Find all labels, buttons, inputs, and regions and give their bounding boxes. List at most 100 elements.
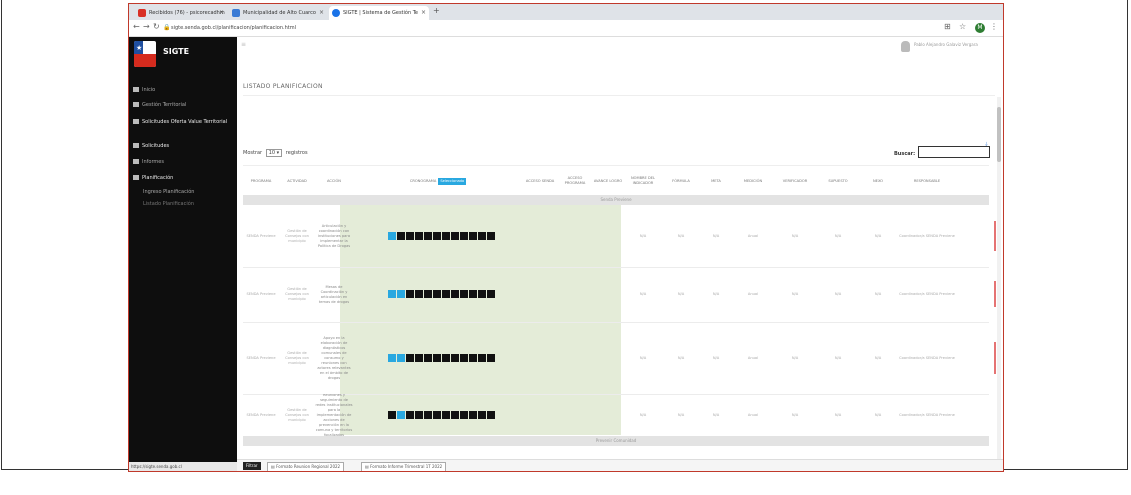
month-toggle[interactable] (415, 290, 423, 298)
month-toggle[interactable] (388, 290, 396, 298)
month-toggle[interactable] (487, 290, 495, 298)
table-row[interactable]: SENDA Previene Gestión de Consejos con m… (243, 267, 996, 323)
sidebar-subitem-listado[interactable]: Listado Planificación (143, 201, 194, 207)
month-toggle[interactable] (451, 290, 459, 298)
month-toggle[interactable] (424, 411, 432, 419)
table-row[interactable]: SENDA Previene Gestión de Consejos con m… (243, 394, 989, 437)
sidebar-item-solicitudes[interactable]: Solicitudes (133, 143, 169, 149)
month-toggle[interactable] (424, 290, 432, 298)
close-icon[interactable]: × (319, 6, 324, 20)
month-toggle[interactable] (451, 411, 459, 419)
search-input[interactable] (918, 146, 990, 158)
month-toggle[interactable] (469, 354, 477, 362)
page-length-select[interactable]: 10 ▾ (265, 149, 283, 157)
month-toggle[interactable] (442, 354, 450, 362)
download-chip[interactable]: ▤ Formato Informe Trimestral 1T 2022 (361, 462, 447, 471)
column-header[interactable]: SUPUESTO (817, 166, 859, 196)
month-toggle[interactable] (460, 354, 468, 362)
month-toggle[interactable] (406, 232, 414, 240)
user-name[interactable]: Pablo Alejandro Galaviz Vergara (914, 42, 978, 47)
table-row[interactable]: SENDA Previene Gestión de Consejos con m… (243, 322, 996, 395)
browser-tab-active[interactable]: SIGTE | Sistema de Gestión Te × (329, 6, 429, 20)
month-toggle[interactable] (469, 290, 477, 298)
month-toggle[interactable] (460, 232, 468, 240)
browser-tab[interactable]: Recibidos (76) - psicorecadhm × (135, 6, 227, 20)
scroll-thumb[interactable] (997, 107, 1001, 162)
download-chip[interactable]: ▤ Formato Reunion Regional 2022 (267, 462, 345, 471)
month-toggle[interactable] (478, 290, 486, 298)
sidebar-subitem-ingreso[interactable]: Ingreso Planificación (143, 189, 194, 195)
month-toggle[interactable] (469, 411, 477, 419)
column-header[interactable]: META (699, 166, 733, 196)
month-toggle[interactable] (388, 354, 396, 362)
sidebar-item-inicio[interactable]: Inicio (133, 87, 155, 93)
forward-icon[interactable]: → (143, 22, 150, 31)
url-field[interactable]: sigte.senda.gob.cl/planificacion/planifi… (171, 23, 911, 33)
month-toggle[interactable] (487, 232, 495, 240)
column-header[interactable]: ACCIÓN (315, 166, 353, 196)
column-header[interactable]: NEXO (859, 166, 897, 196)
month-toggle[interactable] (397, 354, 405, 362)
month-toggle[interactable] (478, 411, 486, 419)
close-icon[interactable]: × (421, 6, 426, 20)
month-toggle[interactable] (406, 411, 414, 419)
month-toggle[interactable] (451, 354, 459, 362)
month-toggle[interactable] (442, 232, 450, 240)
menu-toggle-icon[interactable]: ≡ (241, 41, 246, 48)
extension-icon[interactable]: ⊞ (944, 22, 951, 31)
reload-icon[interactable]: ↻ (153, 22, 160, 31)
month-toggle[interactable] (460, 411, 468, 419)
back-icon[interactable]: ← (133, 22, 140, 31)
month-toggle[interactable] (397, 411, 405, 419)
profile-avatar[interactable]: M (975, 23, 985, 33)
month-toggle[interactable] (433, 354, 441, 362)
month-toggle[interactable] (433, 232, 441, 240)
browser-tab[interactable]: Municipalidad de Alto Cuarco × (229, 6, 327, 20)
sidebar-item-gestion[interactable]: Gestión Territorial (133, 102, 186, 108)
column-header[interactable]: FÓRMULA (663, 166, 699, 196)
month-toggle[interactable] (397, 290, 405, 298)
month-toggle[interactable] (397, 232, 405, 240)
month-toggle[interactable] (406, 354, 414, 362)
more-menu-icon[interactable]: ⋮ (990, 22, 998, 31)
month-toggle[interactable] (424, 354, 432, 362)
month-toggle[interactable] (433, 290, 441, 298)
month-toggle[interactable] (415, 411, 423, 419)
column-header[interactable]: PROGRAMA (243, 166, 279, 196)
table-row[interactable]: SENDA Previene Gestión de Consejos con m… (243, 205, 996, 268)
month-toggle[interactable] (415, 232, 423, 240)
column-header-cronograma[interactable]: CRONOGRAMA Seleccionado (353, 166, 523, 196)
month-toggle[interactable] (415, 354, 423, 362)
column-header[interactable]: ACCESO PROGRAMA (557, 166, 593, 196)
month-toggle[interactable] (469, 232, 477, 240)
scrollbar[interactable] (997, 97, 1001, 467)
column-header[interactable]: MEDICIÓN (733, 166, 773, 196)
column-header[interactable]: VERIFICADOR (773, 166, 817, 196)
month-toggle[interactable] (478, 354, 486, 362)
column-header[interactable]: ACTIVIDAD (279, 166, 315, 196)
month-toggle[interactable] (487, 411, 495, 419)
column-header[interactable]: ACCESO SENDA (523, 166, 557, 196)
sidebar-item-informes[interactable]: Informes (133, 159, 164, 165)
close-icon[interactable]: × (219, 6, 224, 20)
column-header[interactable]: AVANCE LOGRO (593, 166, 623, 196)
month-toggle[interactable] (478, 232, 486, 240)
star-icon[interactable]: ☆ (959, 22, 966, 31)
sidebar-item-solicitudes-oferta[interactable]: Solicitudes Oferta Value Territorial (133, 119, 233, 125)
month-toggle[interactable] (451, 232, 459, 240)
user-avatar[interactable] (901, 41, 910, 52)
column-header[interactable]: RESPONSABLE (897, 166, 957, 196)
column-header[interactable]: NOMBRE DEL INDICADOR (623, 166, 663, 196)
month-toggle[interactable] (460, 290, 468, 298)
filter-button[interactable]: Filtrar (243, 462, 261, 470)
month-toggle[interactable] (406, 290, 414, 298)
selected-badge[interactable]: Seleccionado (438, 177, 467, 185)
month-toggle[interactable] (424, 232, 432, 240)
month-toggle[interactable] (388, 232, 396, 240)
month-toggle[interactable] (433, 411, 441, 419)
month-toggle[interactable] (487, 354, 495, 362)
sidebar-item-planificacion[interactable]: Planificación (133, 175, 173, 181)
month-toggle[interactable] (442, 290, 450, 298)
new-tab-icon[interactable]: + (433, 6, 440, 15)
month-toggle[interactable] (442, 411, 450, 419)
